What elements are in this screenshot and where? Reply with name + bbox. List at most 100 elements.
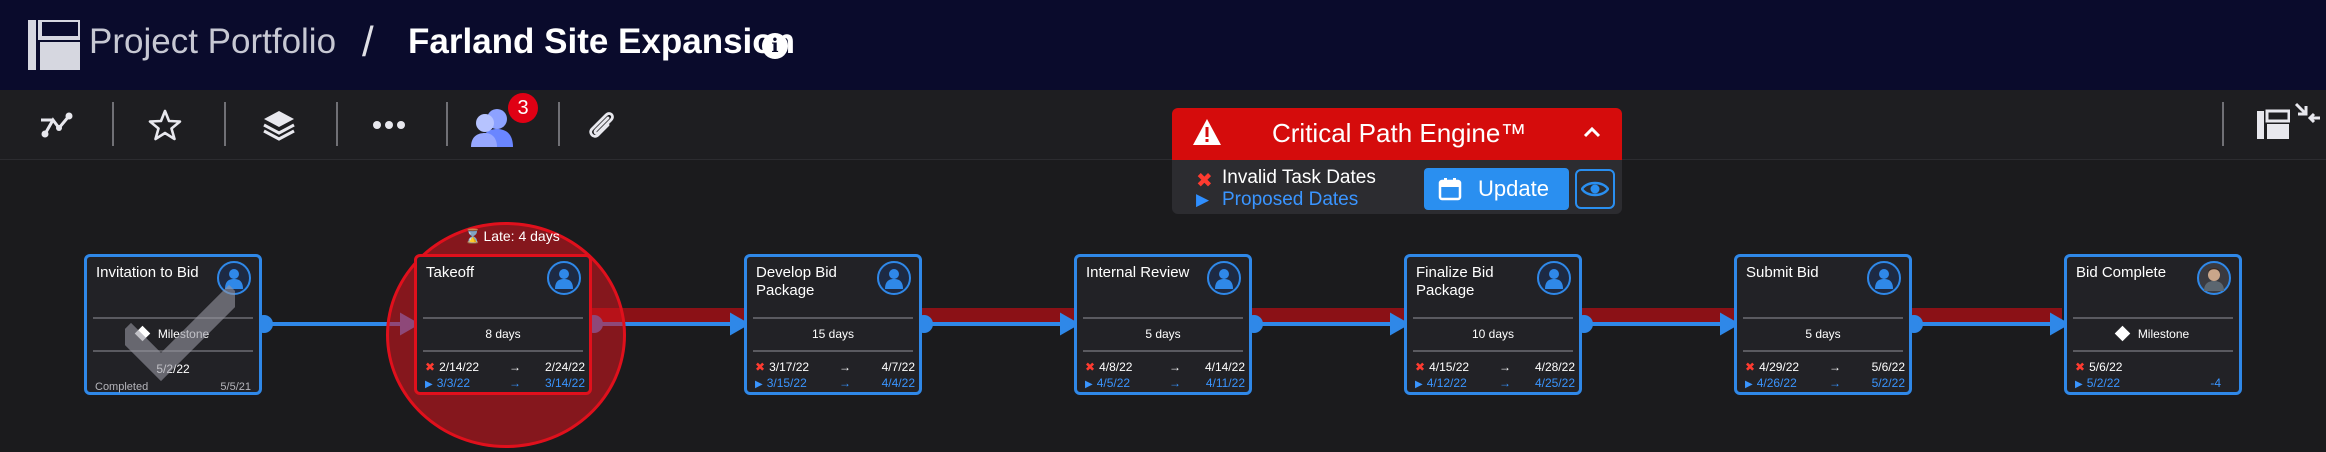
proposed-end-date: 4/25/22 [1534,376,1575,390]
task-name: Develop Bid Package [756,264,837,299]
cpe-header[interactable]: Critical Path Engine™ [1172,108,1622,160]
assignee-avatar-icon[interactable] [1867,261,1901,295]
arrow-icon: → [1829,376,1841,390]
cpe-title: Critical Path Engine™ [1272,118,1527,148]
proposed-dates: ▶ 4/12/22 → 4/25/22 [1415,376,1575,390]
current-dates: ✖ 4/15/22 → 4/28/22 [1415,360,1575,374]
invalid-x-icon: ✖ [1415,360,1426,374]
start-date: 2/14/22 [439,360,480,374]
assignee-photo-avatar[interactable] [2197,261,2231,295]
proposed-dates-legend: Proposed Dates [1222,189,1359,210]
critical-path-engine-panel: Critical Path Engine™ ✖ Invalid Task Dat… [1172,108,1622,214]
task-duration: 5 days [1805,327,1841,341]
task-name: Submit Bid [1746,264,1819,281]
proposed-end-date: 4/4/22 [881,376,915,390]
update-button-label: Update [1478,176,1549,201]
task-duration: 10 days [1471,327,1515,341]
proposed-triangle-icon: ▶ [1745,379,1753,390]
milestone-type: Milestone [2067,325,2239,342]
card-divider [423,317,583,319]
proposed-start-date: 3/3/22 [436,376,471,390]
late-label-text: Late: 4 days [483,228,560,244]
chevron-up-icon[interactable] [1582,122,1602,142]
assignee-avatar-icon[interactable] [1537,261,1571,295]
current-dates: ✖ 4/29/22 → 5/6/22 [1745,360,1905,374]
task-name: Bid Complete [2076,264,2167,281]
invalid-x-icon: ✖ [425,360,436,374]
warning-icon [1193,119,1221,145]
proposed-dates: ▶ 4/26/22 → 5/2/22 [1745,376,1905,390]
late-x-icon: ⌛ [464,228,482,244]
proposed-triangle-icon: ▶ [1415,379,1423,390]
card-divider [753,350,913,352]
eye-icon[interactable] [1575,169,1615,209]
start-date: 4/29/22 [1759,360,1800,374]
proposed-triangle-icon: ▶ [2075,379,2083,390]
late-label: ⌛ Late: 4 days [464,228,560,245]
end-date: 4/7/22 [881,360,915,374]
calendar-icon [1438,178,1462,201]
invalid-x-icon: ✖ [1085,360,1096,374]
invalid-dates-legend: Invalid Task Dates [1222,167,1376,188]
arrow-icon: → [1499,360,1511,374]
card-divider [753,317,913,319]
card-divider [1413,350,1573,352]
arrow-icon: → [1169,376,1181,390]
arrow-icon: → [1169,360,1181,374]
current-dates: ✖ 3/17/22 → 4/7/22 [755,360,915,374]
card-divider [1083,317,1243,319]
arrow-icon: → [509,360,521,374]
proposed-start-date: 4/26/22 [1756,376,1797,390]
proposed-dates: ▶ 5/2/22 -4 [2075,376,2235,390]
proposed-end-date: 5/2/22 [1871,376,1905,390]
invalid-x-icon: ✖ [1745,360,1756,374]
assignee-avatar-icon[interactable] [547,261,581,295]
task-duration: 15 days [811,327,855,341]
proposed-end-date: 3/14/22 [544,376,585,390]
start-date: 4/8/22 [1099,360,1133,374]
task-card-bid-complete[interactable]: Bid Complete Milestone ✖ 5/6/22 ▶ 5/2/22 -4 [2064,254,2242,395]
proposed-end-date: 4/11/22 [1205,376,1245,390]
end-date: 2/24/22 [544,360,585,374]
arrow-icon: → [509,376,521,390]
task-name: Takeoff [426,264,475,281]
start-date: 4/15/22 [1429,360,1470,374]
task-card-internal-review[interactable]: Internal Review 5 days ✖ 4/8/22 → 4/14/22 ▶… [1074,254,1252,395]
task-card-takeoff[interactable]: Takeoff 8 days ✖ 2/14/22 → 2/24/22 ▶ 3/3/22 →… [414,254,592,395]
proposed-triangle-icon: ▶ [1196,190,1210,209]
completed-check-icon [125,284,235,382]
card-divider [423,350,583,352]
assignee-avatar-icon[interactable] [1207,261,1241,295]
task-card-invitation-to-bid[interactable]: Invitation to Bid Milestone 5/2/22 Compl… [84,254,262,395]
invalid-x-icon: ✖ [2075,360,2086,374]
proposed-triangle-icon: ▶ [425,379,433,390]
date-delta: -4 [2210,376,2221,390]
proposed-dates: ▶ 4/5/22 → 4/11/22 [1085,376,1245,390]
current-dates: ✖ 5/6/22 [2075,360,2235,374]
proposed-triangle-icon: ▶ [755,379,763,390]
end-date: 5/6/22 [1871,360,1905,374]
assignee-avatar-icon[interactable] [877,261,911,295]
card-divider [1743,350,1903,352]
current-dates: ✖ 4/8/22 → 4/14/22 [1085,360,1245,374]
cpe-body: ✖ Invalid Task Dates ▶ Proposed Dates Up… [1172,160,1622,214]
end-date: 4/28/22 [1534,360,1575,374]
start-date: 5/6/22 [2089,360,2123,374]
start-date: 3/17/22 [769,360,810,374]
task-duration: 8 days [485,327,521,341]
task-name: Finalize Bid Package [1416,264,1494,299]
task-card-develop-bid-package[interactable]: Develop Bid Package 15 days ✖ 3/17/22 → 4/7… [744,254,922,395]
proposed-dates: ▶ 3/15/22 → 4/4/22 [755,376,915,390]
task-card-finalize-bid-package[interactable]: Finalize Bid Package 10 days ✖ 4/15/22 → 4/… [1404,254,1582,395]
milestone-diamond-icon [2114,325,2131,342]
update-button[interactable]: Update [1424,168,1569,210]
card-divider [2073,317,2233,319]
card-divider [1743,317,1903,319]
arrow-icon: → [839,376,851,390]
arrow-icon: → [1829,360,1841,374]
proposed-start-date: 5/2/22 [2086,376,2121,390]
task-card-submit-bid[interactable]: Submit Bid 5 days ✖ 4/29/22 → 5/6/22 ▶ 4/26/… [1734,254,1912,395]
proposed-start-date: 4/5/22 [1096,376,1131,390]
task-name: Internal Review [1086,264,1190,281]
card-divider [1083,350,1243,352]
